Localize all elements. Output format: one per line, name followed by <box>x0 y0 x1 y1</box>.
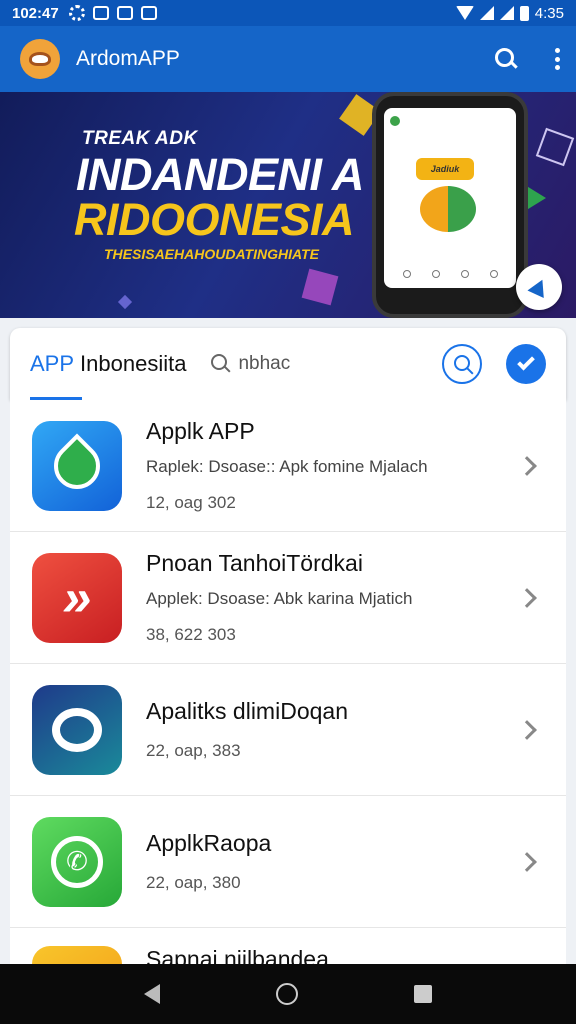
system-nav-bar <box>0 964 576 1024</box>
tab-search[interactable]: nbhac <box>210 353 290 375</box>
list-item[interactable]: Sapnai niilbandea <box>10 928 566 964</box>
item-text: Apalitks dlimiDoqan 22, oap, 383 <box>146 698 502 761</box>
item-text: Applk APP Raplek: Dsoase:: Apk fomine Mj… <box>146 418 502 513</box>
search-button-icon[interactable] <box>442 344 482 384</box>
app-title: ArdomAPP <box>76 47 180 70</box>
status-right: 4:35 <box>455 4 564 22</box>
item-text: ApplkRaopa 22, oap, 380 <box>146 830 502 893</box>
banner-kicker: TREAK ADK <box>82 128 198 149</box>
phone-mockup: Jadiuk <box>372 92 528 318</box>
phone-screen: Jadiuk <box>384 108 516 288</box>
phone-card: Jadiuk <box>416 158 474 180</box>
decor-square-icon <box>301 268 339 306</box>
phone-logo-icon <box>390 116 400 126</box>
wifi-icon <box>455 6 474 20</box>
back-icon[interactable] <box>144 984 160 1004</box>
phone-nav <box>392 270 508 280</box>
share-fab[interactable] <box>516 264 562 310</box>
list-item[interactable]: Apalitks dlimiDoqan 22, oap, 383 <box>10 664 566 796</box>
tab-bar: APP Inbonesiita nbhac <box>10 328 566 400</box>
phone-ball-icon <box>420 186 476 232</box>
recents-icon[interactable] <box>414 985 432 1003</box>
item-title: ApplkRaopa <box>146 830 272 856</box>
phone-topbar <box>390 114 510 128</box>
battery-icon <box>519 5 529 21</box>
item-meta: 12, oag 302 <box>146 493 236 512</box>
item-meta: 22, oap, 383 <box>146 741 241 760</box>
app-bar-actions <box>494 47 560 71</box>
navigate-icon <box>527 275 551 299</box>
item-meta: 38, 622 303 <box>146 625 236 644</box>
list-item[interactable]: Applk APP Raplek: Dsoase:: Apk fomine Mj… <box>10 400 566 532</box>
chevron-right-icon[interactable] <box>517 587 537 608</box>
app-icon <box>32 946 122 964</box>
item-title: Apalitks dlimiDoqan <box>146 698 348 724</box>
search-icon[interactable] <box>494 47 518 71</box>
leaf-icon <box>32 420 122 511</box>
status-time: 102:47 <box>12 4 59 22</box>
promo-banner[interactable]: TREAK ADK INDANDENI A RIDOONESIA THESISA… <box>0 92 576 318</box>
notification-icon <box>116 6 133 20</box>
settings-icon <box>68 5 85 21</box>
item-desc: Applek: Dsoase: Abk karina Mjatich <box>146 589 413 608</box>
banner-headline-2: RIDOONESIA <box>74 194 355 245</box>
banner-subline: THESISAEHAHOUDATINGHIATE <box>104 246 319 262</box>
chevron-right-icon[interactable] <box>517 455 537 476</box>
decor-outline-icon <box>535 127 575 167</box>
chevron-right-icon[interactable] <box>517 719 537 740</box>
list-item[interactable]: ✆ ApplkRaopa 22, oap, 380 <box>10 796 566 928</box>
tab-actions <box>442 344 546 384</box>
item-desc: Raplek: Dsoase:: Apk fomine Mjalach <box>146 457 428 476</box>
status-bar: 102:47 4:35 <box>0 0 576 26</box>
item-title: Sapnai niilbandea <box>146 946 329 964</box>
tab-label: Inbonesiita <box>80 351 187 376</box>
home-icon[interactable] <box>276 983 298 1005</box>
signal-icon <box>499 6 514 20</box>
item-text: Sapnai niilbandea <box>146 946 566 964</box>
item-meta: 22, oap, 380 <box>146 873 241 892</box>
chevron-right-icon[interactable] <box>517 851 537 872</box>
app-list: Applk APP Raplek: Dsoase:: Apk fomine Mj… <box>10 400 566 964</box>
more-vert-icon[interactable] <box>554 48 560 70</box>
notification-icon <box>140 6 157 20</box>
decor-dot-icon <box>117 294 133 310</box>
banner-headline: INDANDENI A <box>76 149 364 200</box>
app-logo-icon <box>20 39 60 79</box>
arrows-icon: » <box>32 552 122 643</box>
verified-icon[interactable] <box>506 344 546 384</box>
app-bar: ArdomAPP <box>0 26 576 92</box>
item-title: Applk APP <box>146 418 255 444</box>
signal-icon <box>479 6 494 20</box>
ring-icon <box>32 684 122 775</box>
magnify-icon <box>210 353 232 375</box>
chat-icon: ✆ <box>32 816 122 907</box>
battery-time: 4:35 <box>534 4 564 22</box>
list-item[interactable]: » Pnoan TanhoiTördkai Applek: Dsoase: Ab… <box>10 532 566 664</box>
notification-icon <box>92 6 109 20</box>
item-text: Pnoan TanhoiTördkai Applek: Dsoase: Abk … <box>146 550 502 645</box>
tab-search-label: nbhac <box>238 353 291 374</box>
item-title: Pnoan TanhoiTördkai <box>146 550 363 576</box>
tab-app-indonesia[interactable]: APP Inbonesiita <box>30 328 186 400</box>
tab-accent-label: APP <box>30 351 75 376</box>
